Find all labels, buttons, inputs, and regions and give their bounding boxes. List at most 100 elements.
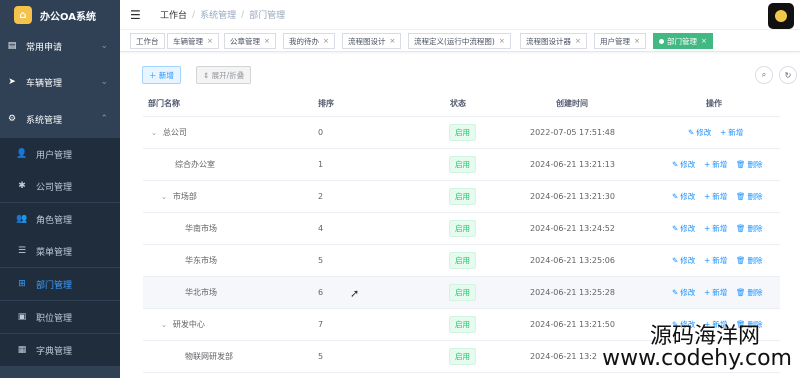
action-label: 新增 bbox=[712, 160, 728, 169]
search-toggle-icon[interactable]: ⌕ bbox=[755, 66, 773, 84]
sidebar-group-vehicle[interactable]: ➤ 车辆管理 ⌄ bbox=[0, 66, 120, 98]
delete-button[interactable]: 🗑 删除 bbox=[736, 181, 763, 212]
tag-departments[interactable]: 部门管理 × bbox=[653, 33, 713, 49]
add-button[interactable]: ＋ 新增 bbox=[142, 66, 181, 84]
add-button[interactable]: + 新增 bbox=[704, 277, 727, 308]
add-button[interactable]: + 新增 bbox=[720, 117, 743, 148]
add-button[interactable]: + 新增 bbox=[704, 213, 727, 244]
expand-collapse-button[interactable]: ⇕ 展开/折叠 bbox=[196, 66, 252, 84]
edit-button[interactable]: ✎ 修改 bbox=[672, 309, 695, 340]
delete-button[interactable]: 🗑 删除 bbox=[736, 149, 763, 180]
action-label: 删除 bbox=[747, 320, 763, 329]
column-header-name: 部门名称 bbox=[148, 99, 180, 108]
action-label: 新增 bbox=[728, 128, 744, 137]
close-icon[interactable]: × bbox=[575, 37, 581, 45]
close-icon[interactable]: × bbox=[701, 37, 707, 45]
tag-flow-definition[interactable]: 流程定义(运行中流程图) × bbox=[408, 33, 511, 49]
expand-arrow-icon[interactable]: ⌄ bbox=[151, 129, 157, 137]
list-icon: ▤ bbox=[7, 41, 17, 51]
add-button[interactable]: + 新增 bbox=[704, 149, 727, 180]
sidebar-item-label: 公司管理 bbox=[36, 182, 73, 193]
close-icon[interactable]: × bbox=[207, 37, 213, 45]
edit-icon: ✎ bbox=[672, 224, 679, 233]
table-row[interactable]: ⌄ 研发中心 7 启用 2024-06-21 13:21:50 ✎ 修改 + 新增 🗑 删除 bbox=[143, 309, 780, 341]
table-row[interactable]: 物联网研发部 5 启用 2024-06-21 13:2 bbox=[143, 341, 780, 373]
sidebar-item-posts[interactable]: ▣ 职位管理 bbox=[0, 301, 120, 333]
delete-button[interactable]: 🗑 删除 bbox=[736, 245, 763, 276]
close-icon[interactable]: × bbox=[634, 37, 640, 45]
edit-button[interactable]: ✎ 修改 bbox=[672, 149, 695, 180]
add-icon: + bbox=[704, 256, 711, 265]
sidebar-group-common[interactable]: ▤ 常用申请 ⌄ bbox=[0, 30, 120, 62]
sidebar-item-dicts[interactable]: ▦ 字典管理 bbox=[0, 334, 120, 366]
department-name: 物联网研发部 bbox=[185, 352, 233, 361]
action-label: 新增 bbox=[712, 256, 728, 265]
add-button[interactable]: + 新增 bbox=[704, 181, 727, 212]
cell-name: 华北市场 bbox=[185, 277, 217, 308]
tag-vehicle[interactable]: 车辆管理 × bbox=[167, 33, 219, 49]
chevron-up-icon: ⌃ bbox=[100, 114, 108, 124]
edit-button[interactable]: ✎ 修改 bbox=[672, 181, 695, 212]
cell-name: 华南市场 bbox=[185, 213, 217, 244]
cell-created-time: 2024-06-21 13:24:52 bbox=[530, 224, 615, 233]
cell-created-time: 2024-06-21 13:25:28 bbox=[530, 288, 615, 297]
edit-button[interactable]: ✎ 修改 bbox=[688, 117, 711, 148]
hamburger-icon[interactable]: ☰ bbox=[130, 8, 146, 22]
tag-dashboard[interactable]: 工作台 bbox=[130, 33, 165, 49]
add-button[interactable]: + 新增 bbox=[704, 245, 727, 276]
sidebar-item-company[interactable]: ✱ 公司管理 bbox=[0, 170, 120, 202]
tag-seal[interactable]: 公章管理 × bbox=[224, 33, 276, 49]
refresh-icon[interactable]: ↻ bbox=[779, 66, 797, 84]
edit-button[interactable]: ✎ 修改 bbox=[672, 245, 695, 276]
tag-flow-design[interactable]: 流程图设计 × bbox=[342, 33, 402, 49]
expand-arrow-icon[interactable]: ⌄ bbox=[161, 321, 167, 329]
sidebar-item-departments[interactable]: ⊞ 部门管理 bbox=[0, 268, 120, 300]
chevron-down-icon: ⌄ bbox=[100, 77, 108, 87]
close-icon[interactable]: × bbox=[323, 37, 329, 45]
add-icon: + bbox=[704, 160, 711, 169]
users-icon: 👥 bbox=[16, 214, 28, 224]
table-row[interactable]: 华南市场 4 启用 2024-06-21 13:24:52 ✎ 修改 + 新增 🗑 删除 bbox=[143, 213, 780, 245]
add-icon: + bbox=[704, 192, 711, 201]
delete-button[interactable]: 🗑 删除 bbox=[736, 277, 763, 308]
table-row[interactable]: 华北市场 6 启用 2024-06-21 13:25:28 ✎ 修改 + 新增 🗑 删除 bbox=[143, 277, 780, 309]
action-label: 修改 bbox=[696, 128, 712, 137]
breadcrumb-root[interactable]: 工作台 bbox=[160, 8, 187, 21]
edit-button[interactable]: ✎ 修改 bbox=[672, 213, 695, 244]
sidebar-group-system[interactable]: ⚙ 系统管理 ⌃ bbox=[0, 103, 120, 135]
cell-name: ⌄ 总公司 bbox=[151, 117, 187, 148]
tag-label: 流程定义(运行中流程图) bbox=[414, 36, 495, 46]
app-logo-icon: ⌂ bbox=[14, 6, 32, 24]
table-row[interactable]: 综合办公室 1 启用 2024-06-21 13:21:13 ✎ 修改 + 新增 🗑 删除 bbox=[143, 149, 780, 181]
close-icon[interactable]: × bbox=[499, 37, 505, 45]
sidebar-item-roles[interactable]: 👥 角色管理 bbox=[0, 203, 120, 235]
tag-label: 流程图设计 bbox=[348, 36, 386, 46]
sidebar-item-menus[interactable]: ☰ 菜单管理 bbox=[0, 235, 120, 267]
add-button[interactable]: + 新增 bbox=[704, 309, 727, 340]
table-row[interactable]: ⌄ 总公司 0 启用 2022-07-05 17:51:48 ✎ 修改 + 新增 bbox=[143, 117, 780, 149]
table-row[interactable]: ⌄ 市场部 2 启用 2024-06-21 13:21:30 ✎ 修改 + 新增 🗑 删除 bbox=[143, 181, 780, 213]
avatar[interactable] bbox=[768, 3, 794, 29]
status-badge: 启用 bbox=[449, 252, 476, 269]
tag-users[interactable]: 用户管理 × bbox=[594, 33, 646, 49]
bug-icon: ✱ bbox=[18, 181, 26, 191]
close-icon[interactable]: × bbox=[264, 37, 270, 45]
sidebar-group-label: 系统管理 bbox=[26, 115, 63, 126]
sidebar-item-users[interactable]: 👤 用户管理 bbox=[0, 138, 120, 170]
tag-flow-designer[interactable]: 流程图设计器 × bbox=[520, 33, 587, 49]
tag-label: 我的待办 bbox=[289, 36, 319, 46]
table-row[interactable]: 华东市场 5 启用 2024-06-21 13:25:06 ✎ 修改 + 新增 🗑 删除 bbox=[143, 245, 780, 277]
avatar-image bbox=[775, 10, 787, 22]
tag-todo[interactable]: 我的待办 × bbox=[283, 33, 335, 49]
app-brand[interactable]: ⌂ 办公OA系统 bbox=[0, 0, 120, 30]
edit-button[interactable]: ✎ 修改 bbox=[672, 277, 695, 308]
expand-arrow-icon[interactable]: ⌄ bbox=[161, 193, 167, 201]
delete-button[interactable]: 🗑 删除 bbox=[736, 309, 763, 340]
close-icon[interactable]: × bbox=[390, 37, 396, 45]
breadcrumb-separator: / bbox=[241, 9, 245, 20]
cell-order: 2 bbox=[318, 192, 324, 201]
cell-name: 华东市场 bbox=[185, 245, 217, 276]
column-header-created: 创建时间 bbox=[556, 99, 588, 108]
edit-icon: ✎ bbox=[672, 288, 679, 297]
delete-button[interactable]: 🗑 删除 bbox=[736, 213, 763, 244]
